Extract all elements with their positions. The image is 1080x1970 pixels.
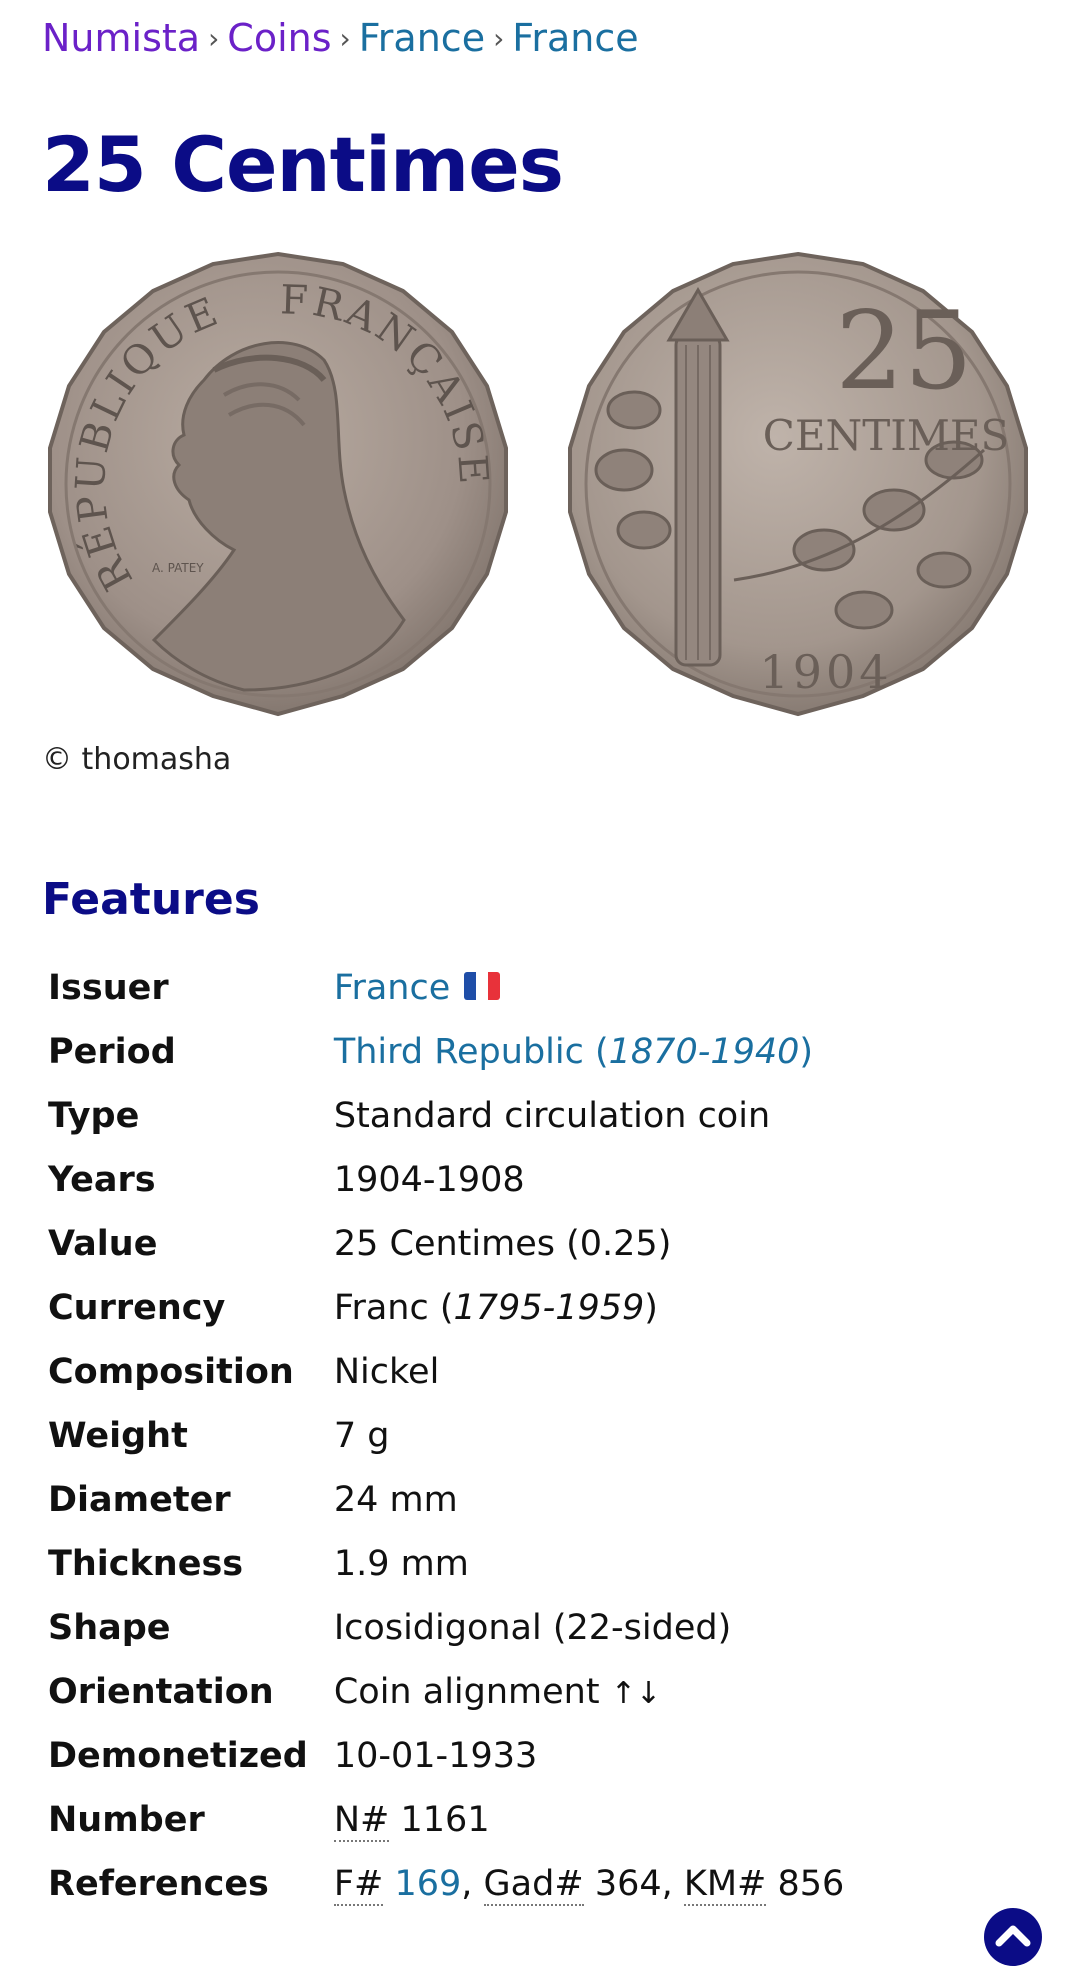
number-value: N# 1161 [333,1788,844,1852]
row-label: Orientation [48,1672,274,1712]
table-row: Composition Nickel [42,1340,844,1404]
table-row: Weight 7 g [42,1404,844,1468]
years-value: 1904-1908 [333,1160,525,1200]
row-label: Years [48,1160,156,1200]
reference-f-abbr[interactable]: F# [333,1864,384,1906]
breadcrumb-separator: › [208,22,220,55]
type-value: Standard circulation coin [333,1096,771,1136]
row-label: Period [48,1032,176,1072]
scroll-to-top-button[interactable] [984,1908,1042,1966]
table-row: Orientation Coin alignment ↑↓ [42,1660,844,1724]
row-label: References [48,1864,269,1904]
reference-f-link[interactable]: 169 [394,1864,461,1904]
currency-range: 1795-1959 [453,1288,645,1328]
orientation-value: Coin alignment ↑↓ [334,1660,844,1724]
issuer-value: France [334,956,844,1020]
table-row: Value 25 Centimes (0.25) [42,1212,844,1276]
row-label: Type [48,1096,140,1136]
reference-gad-value: 364 [594,1864,662,1904]
value-value: 25 Centimes (0.25) [333,1224,672,1264]
coin-obverse-image[interactable]: RÉPUBLIQUE FRANÇAISE A. PATEY [44,250,512,718]
table-row: Number N# 1161 [42,1788,844,1852]
coin-reverse-denomination: 25 [835,289,972,414]
table-row: Period Third Republic (1870-1940) [42,1020,844,1084]
table-row: Thickness 1.9 mm [42,1532,844,1596]
numista-number-abbr[interactable]: N# [333,1800,390,1842]
breadcrumb-link-coins[interactable]: Coins [227,16,331,60]
breadcrumb-link-numista[interactable]: Numista [42,16,200,60]
row-label: Issuer [48,968,169,1008]
table-row: Demonetized 10-01-1933 [42,1724,844,1788]
table-row: Currency Franc (1795-1959) [42,1276,844,1340]
thickness-value: 1.9 mm [333,1544,469,1584]
coin-reverse-image[interactable]: 25 CENTIMES 1904 [564,250,1032,718]
coin-images: RÉPUBLIQUE FRANÇAISE A. PATEY 25 CENTIME… [42,250,1038,740]
period-name: Third Republic [333,1032,584,1072]
breadcrumb-link-france-issuer[interactable]: France [512,16,638,60]
references-value: F# 169, Gad# 364, KM# 856 [333,1864,845,1906]
coin-obverse-engraver: A. PATEY [152,561,204,575]
period-link[interactable]: Third Republic (1870-1940) [334,1032,813,1072]
reference-km-abbr[interactable]: KM# [683,1864,767,1906]
period-range: 1870-1940 [608,1032,800,1072]
table-row: References F# 169, Gad# 364, KM# 856 [42,1852,844,1916]
numista-number: 1161 [400,1800,490,1840]
features-heading: Features [42,874,260,925]
breadcrumb-link-france-region[interactable]: France [359,16,485,60]
shape-value: Icosidigonal (22-sided) [333,1608,732,1648]
row-label: Composition [48,1352,294,1392]
row-label: Thickness [48,1544,244,1584]
row-label: Diameter [48,1480,231,1520]
chevron-up-icon [995,1925,1031,1947]
table-row: Years 1904-1908 [42,1148,844,1212]
table-row: Issuer France [42,956,844,1020]
diameter-value: 24 mm [333,1480,458,1520]
row-label: Demonetized [48,1736,308,1776]
currency-name: Franc [333,1288,429,1328]
row-label: Shape [48,1608,171,1648]
features-table: Issuer France Period Third Republic (187… [42,956,844,1916]
breadcrumb: Numista › Coins › France › France [42,0,1038,68]
demonetized-value: 10-01-1933 [333,1736,538,1776]
reference-km-value: 856 [777,1864,845,1904]
breadcrumb-separator: › [339,22,351,55]
reference-gad-abbr[interactable]: Gad# [483,1864,584,1906]
row-label: Currency [48,1288,226,1328]
coin-alignment-arrows-icon: ↑↓ [610,1676,661,1711]
coin-reverse-year: 1904 [759,645,892,699]
table-row: Diameter 24 mm [42,1468,844,1532]
page-title: 25 Centimes [42,120,564,209]
row-label: Number [48,1800,205,1840]
issuer-link[interactable]: France [334,968,450,1008]
table-row: Shape Icosidigonal (22-sided) [42,1596,844,1660]
table-row: Type Standard circulation coin [42,1084,844,1148]
weight-value: 7 g [333,1416,390,1456]
orientation-text: Coin alignment [333,1672,600,1712]
coin-reverse-unit: CENTIMES [763,411,1010,460]
image-copyright: © thomasha [42,742,232,777]
row-label: Value [48,1224,158,1264]
period-value: Third Republic (1870-1940) [334,1020,844,1084]
row-label: Weight [48,1416,188,1456]
breadcrumb-separator: › [493,22,505,55]
france-flag-icon [464,972,501,1000]
currency-value: Franc (1795-1959) [333,1288,658,1328]
composition-value: Nickel [333,1352,440,1392]
